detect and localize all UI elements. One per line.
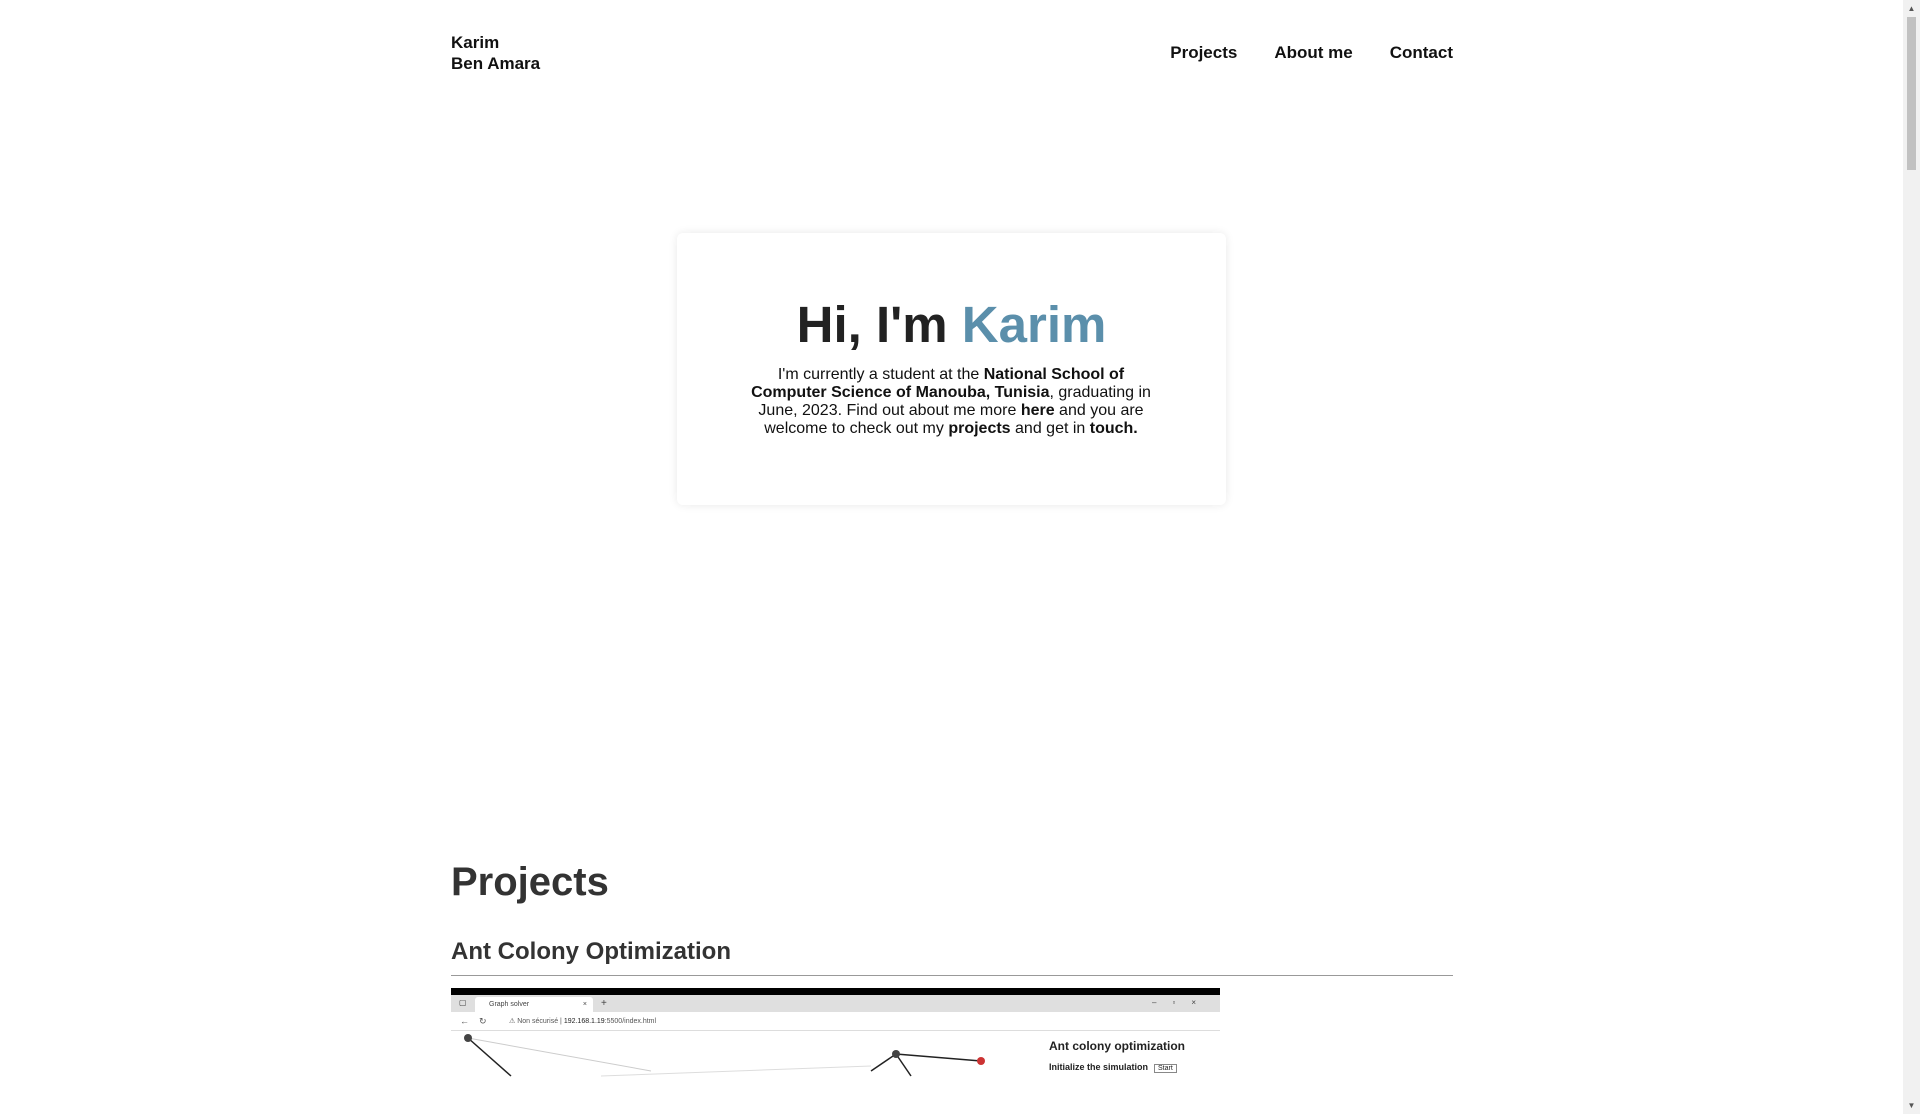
screenshot-tab: Graph solver × [475, 997, 593, 1012]
hero-intro: I'm currently a student at the National … [751, 366, 1151, 438]
brand-last-name: Ben Amara [451, 54, 541, 73]
graph-edge [870, 1053, 897, 1072]
simulation-label: Initialize the simulation [1049, 1062, 1149, 1072]
project-screenshot[interactable]: ▢ Graph solver × + –▫× ←↻ ⚠ Non sécurisé… [451, 988, 1220, 1080]
url-host: 192.168.1.19 [563, 1018, 605, 1025]
graph-node [464, 1034, 472, 1042]
tab-title: Graph solver [489, 1001, 530, 1008]
close-icon: × [582, 1001, 587, 1008]
graph-edge [467, 1037, 512, 1077]
url-path: :5500/index.html [604, 1018, 657, 1025]
project-title: Ant Colony Optimization [451, 938, 1453, 976]
new-tab-icon: + [601, 998, 607, 1009]
brand-first-name: Karim [451, 33, 500, 52]
down-arrow-icon[interactable]: ▼ [1903, 1097, 1920, 1114]
graph-node [977, 1057, 985, 1065]
start-button: Start [1154, 1064, 1177, 1073]
projects-link[interactable]: projects [948, 420, 1010, 437]
hero-card: Hi, I'm Karim I'm currently a student at… [677, 233, 1226, 505]
up-arrow-icon[interactable]: ▲ [1903, 0, 1920, 17]
projects-heading: Projects [451, 860, 609, 904]
back-reload-icon: ←↻ [460, 1016, 497, 1026]
contact-link[interactable]: touch. [1090, 420, 1138, 437]
site-header: Karim Ben Amara Projects About me Contac… [451, 30, 1453, 80]
vertical-scrollbar[interactable]: ▲ ▼ [1903, 0, 1920, 1114]
screenshot-canvas: Ant colony optimization Initialize the s… [451, 1031, 1220, 1080]
screenshot-top-bar [451, 988, 1220, 995]
scroll-thumb[interactable] [1907, 17, 1916, 170]
screenshot-tab-strip: ▢ Graph solver × + –▫× [451, 995, 1220, 1012]
intro-text-1: I'm currently a student at the [777, 366, 984, 383]
hero-greeting: Hi, I'm [796, 296, 962, 353]
screenshot-url: ⚠ Non sécurisé | 192.168.1.19:5500/index… [509, 1018, 657, 1025]
intro-text-4: and get in [1010, 420, 1090, 437]
url-warning: Non sécurisé [517, 1018, 559, 1025]
graph-edge [467, 1037, 652, 1072]
graph-node [892, 1050, 900, 1058]
hero-heading: Hi, I'm Karim [677, 295, 1226, 354]
projects-section: Projects Ant Colony Optimization [451, 860, 1453, 976]
graph-edge [600, 1065, 872, 1077]
screenshot-panel-title: Ant colony optimization [1049, 1039, 1185, 1053]
graph-edge [895, 1053, 982, 1062]
main-nav: Projects About me Contact [1170, 43, 1453, 63]
nav-contact-link[interactable]: Contact [1390, 43, 1453, 63]
window-controls-icon: –▫× [1152, 998, 1212, 1007]
nav-about-link[interactable]: About me [1274, 43, 1352, 63]
page-viewport: Karim Ben Amara Projects About me Contac… [0, 0, 1903, 1114]
about-link[interactable]: here [1021, 402, 1055, 419]
screenshot-panel-label: Initialize the simulation Start [1049, 1062, 1177, 1073]
tab-actions-icon: ▢ [459, 998, 467, 1007]
nav-projects-link[interactable]: Projects [1170, 43, 1237, 63]
screenshot-address-bar: ←↻ ⚠ Non sécurisé | 192.168.1.19:5500/in… [451, 1012, 1220, 1031]
site-brand[interactable]: Karim Ben Amara [451, 32, 540, 74]
hero-name: Karim [961, 296, 1107, 353]
